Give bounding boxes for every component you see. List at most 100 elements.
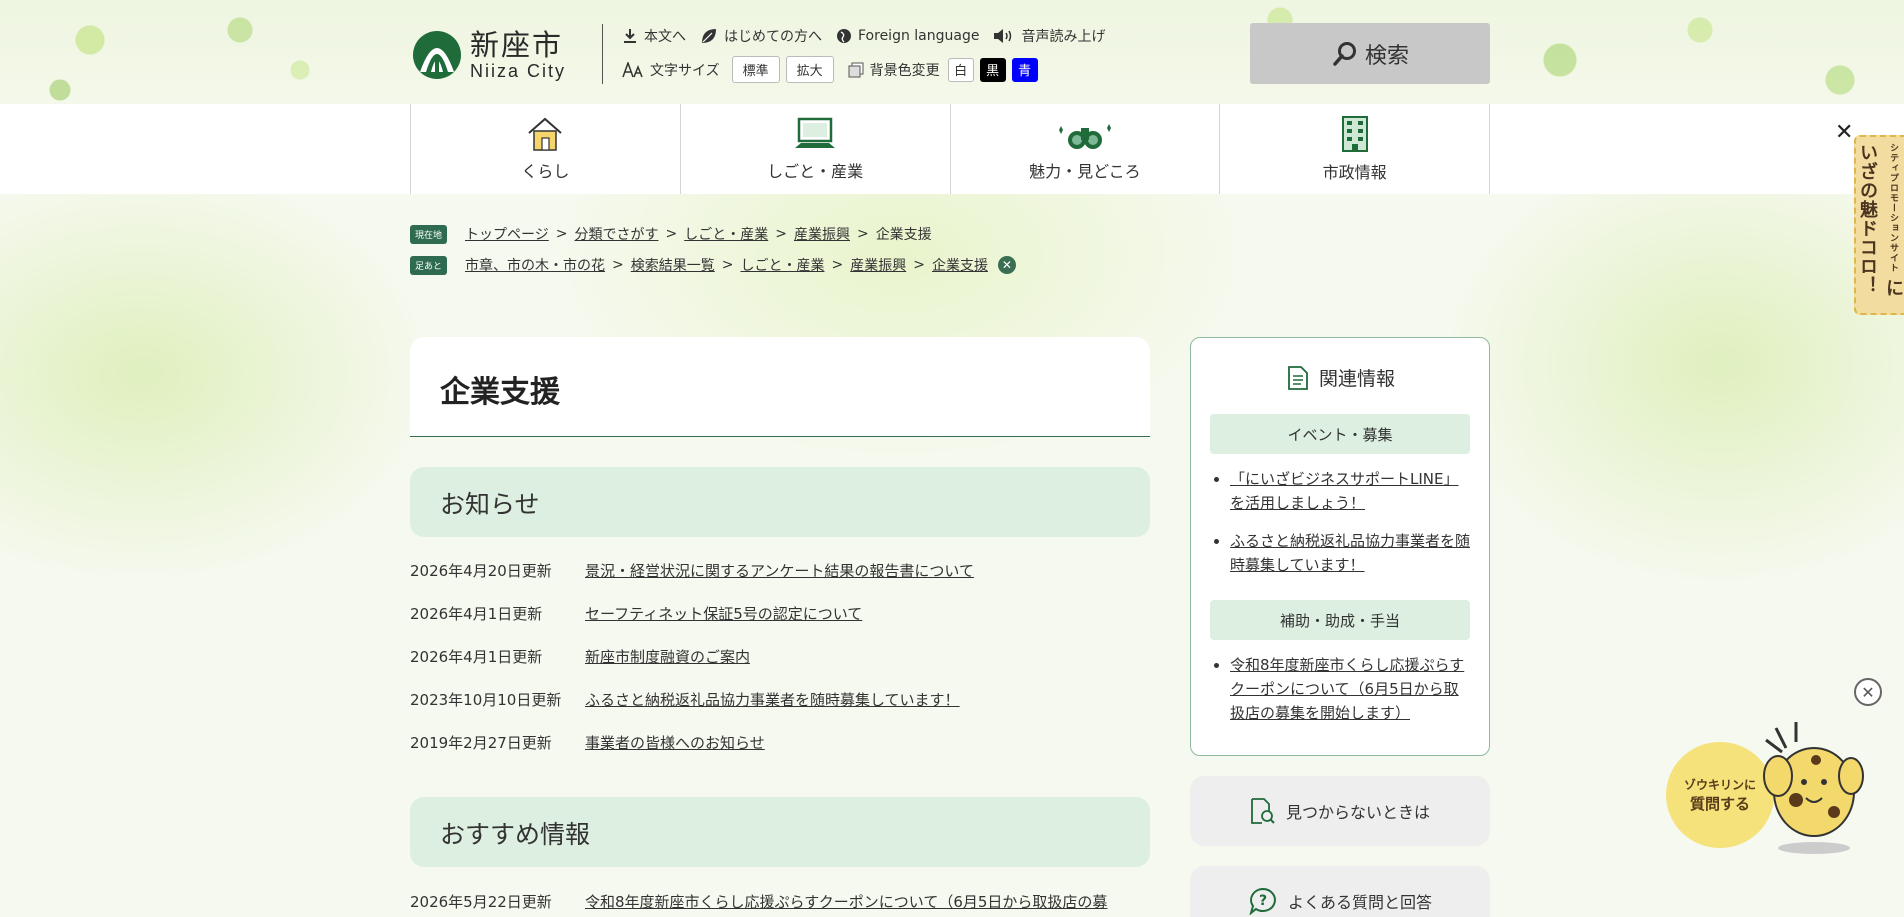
city-emblem-icon xyxy=(413,31,461,79)
recommend-item: 2026年5月22日更新 令和8年度新座市くらし応援ぷらすクーポンについて（6月… xyxy=(410,891,1150,912)
nav-item-city-info[interactable]: 市政情報 xyxy=(1219,104,1490,194)
recommend-link[interactable]: 令和8年度新座市くらし応援ぷらすクーポンについて（6月5日から取扱店の募 xyxy=(585,891,1107,912)
news-link[interactable]: 事業者の皆様へのお知らせ xyxy=(585,732,765,753)
faq-label: よくある質問と回答 xyxy=(1287,893,1432,912)
breadcrumb-history-tag: 足あと xyxy=(410,255,448,275)
related-info-title: 関連情報 xyxy=(1318,368,1395,390)
text-size-icon xyxy=(622,61,643,77)
bg-black-button[interactable]: 黒 xyxy=(979,57,1006,82)
news-date: 2023年10月10日更新 xyxy=(410,691,562,709)
news-section-heading: お知らせ xyxy=(410,467,1150,537)
news-date: 2026年4月20日更新 xyxy=(410,562,552,580)
related-link[interactable]: 「にいざビジネスサポートLINE」を活用しましょう！ xyxy=(1230,470,1458,512)
beginners-link[interactable]: はじめての方へ xyxy=(700,26,822,46)
news-link[interactable]: ふるさと納税返礼品協力事業者を随時募集しています！ xyxy=(585,689,960,710)
search-button[interactable]: 検索 xyxy=(1250,23,1490,84)
bg-blue-button[interactable]: 青 xyxy=(1011,57,1038,82)
history-link[interactable]: 企業支援 xyxy=(932,255,988,275)
related-info-heading: 関連情報 xyxy=(1191,364,1491,391)
logo-divider xyxy=(602,24,603,84)
recommend-date: 2026年5月22日更新 xyxy=(410,893,552,911)
read-aloud-link[interactable]: 音声読み上げ xyxy=(993,26,1105,46)
svg-text:?: ? xyxy=(1259,893,1267,909)
breadcrumb-link[interactable]: 分類でさがす xyxy=(574,224,658,244)
breadcrumb-current-tag: 現在地 xyxy=(410,224,448,244)
related-list: 令和8年度新座市くらし応援ぷらすクーポンについて（6月5日から取扱店の募集を開始… xyxy=(1210,653,1472,739)
news-item: 2026年4月1日更新 新座市制度融資のご案内 xyxy=(410,646,750,667)
breadcrumb-link[interactable]: しごと・産業 xyxy=(684,224,768,244)
nav-item-life[interactable]: くらし xyxy=(410,104,680,194)
bg-white-button[interactable]: 白 xyxy=(947,57,974,82)
leaf-icon xyxy=(702,29,716,43)
search-label: 検索 xyxy=(1364,43,1409,69)
not-found-label: 見つからないときは xyxy=(1285,803,1430,822)
history-link[interactable]: 産業振興 xyxy=(850,255,906,275)
breadcrumb-separator: > xyxy=(913,257,925,273)
mascot-icon[interactable] xyxy=(1756,720,1866,860)
news-link[interactable]: 景況・経営状況に関するアンケート結果の報告書について xyxy=(585,560,974,581)
nav-label-city-info: 市政情報 xyxy=(1322,163,1387,182)
news-date: 2019年2月27日更新 xyxy=(410,734,552,752)
banner-close-icon[interactable]: ✕ xyxy=(1835,120,1853,145)
recommend-section-title: おすすめ情報 xyxy=(440,820,591,849)
house-icon xyxy=(528,117,563,151)
page-title-card: 企業支援 xyxy=(410,337,1150,437)
binoculars-icon xyxy=(1058,124,1111,149)
document-icon xyxy=(1288,365,1308,390)
breadcrumb-separator: > xyxy=(831,257,844,273)
history-breadcrumb: 足あと 市章、市の木・市の花 > 検索結果一覧 > しごと・産業 > 産業振興 … xyxy=(410,255,1016,275)
speaker-icon xyxy=(994,29,1012,43)
skip-to-content-link[interactable]: 本文へ xyxy=(622,26,686,46)
header-background xyxy=(0,0,1904,104)
text-size-label: 文字サイズ xyxy=(650,62,720,79)
related-category: 補助・助成・手当 xyxy=(1210,600,1470,640)
breadcrumb: 現在地 トップページ > 分類でさがす > しごと・産業 > 産業振興 > 企業… xyxy=(410,224,932,244)
logo-japanese: 新座市 xyxy=(470,28,564,62)
related-link[interactable]: ふるさと納税返礼品協力事業者を随時募集しています！ xyxy=(1230,532,1470,574)
chat-line-2: 質問する xyxy=(1689,795,1750,813)
news-link[interactable]: 新座市制度融資のご案内 xyxy=(585,646,750,667)
search-icon xyxy=(1333,41,1356,66)
text-size-large-button[interactable]: 拡大 xyxy=(785,56,834,83)
foreign-language-link[interactable]: Foreign language xyxy=(836,28,979,44)
breadcrumb-separator: > xyxy=(555,226,568,242)
nav-label-work: しごと・産業 xyxy=(767,162,864,181)
breadcrumb-link[interactable]: 産業振興 xyxy=(794,224,850,244)
related-info-panel: 関連情報 イベント・募集 「にいざビジネスサポートLINE」を活用しましょう！ … xyxy=(1190,337,1490,756)
breadcrumb-current: 企業支援 xyxy=(875,227,932,243)
related-link[interactable]: 令和8年度新座市くらし応援ぷらすクーポンについて（6月5日から取扱店の募集を開始… xyxy=(1230,656,1464,722)
breadcrumb-separator: > xyxy=(612,257,624,273)
list-item: ふるさと納税返礼品協力事業者を随時募集しています！ xyxy=(1230,529,1472,577)
history-link[interactable]: しごと・産業 xyxy=(740,255,824,275)
nav-label-life: くらし xyxy=(521,162,570,181)
news-link[interactable]: セーフティネット保証5号の認定について xyxy=(585,603,862,624)
foreign-language-label: Foreign language xyxy=(858,28,980,44)
city-promotion-banner[interactable]: シティプロモーションサイト にいざの魅ドコロ！ xyxy=(1854,135,1904,315)
utility-row-1: 本文へ はじめての方へ Foreign language 音声読み上げ xyxy=(622,26,1119,46)
beginners-label: はじめての方へ xyxy=(724,29,822,45)
history-link[interactable]: 検索結果一覧 xyxy=(631,255,715,275)
chat-close-icon[interactable]: ✕ xyxy=(1854,678,1882,706)
breadcrumb-separator: > xyxy=(775,226,787,242)
not-found-button[interactable]: 見つからないときは xyxy=(1190,776,1490,846)
recommend-section-heading: おすすめ情報 xyxy=(410,797,1150,867)
news-item: 2026年4月1日更新 セーフティネット保証5号の認定について xyxy=(410,603,862,624)
utility-row-2: 文字サイズ 標準 拡大 背景色変更 白 黒 青 xyxy=(622,56,1044,83)
global-nav: くらし しごと・産業 魅力・見どころ 市政情報 xyxy=(410,104,1490,194)
chat-line-1: ゾウキリンに xyxy=(1683,778,1756,792)
site-logo[interactable]: 新座市 Niiza City xyxy=(412,26,588,84)
nav-label-attractions: 魅力・見どころ xyxy=(1029,162,1141,181)
computer-icon xyxy=(795,117,836,148)
faq-button[interactable]: ? よくある質問と回答 xyxy=(1190,866,1490,917)
news-date: 2026年4月1日更新 xyxy=(410,605,543,623)
text-size-standard-button[interactable]: 標準 xyxy=(731,56,780,83)
news-item: 2026年4月20日更新 景況・経営状況に関するアンケート結果の報告書について xyxy=(410,560,974,581)
breadcrumb-link[interactable]: トップページ xyxy=(465,224,549,244)
news-item: 2019年2月27日更新 事業者の皆様へのお知らせ xyxy=(410,732,765,753)
nav-item-attractions[interactable]: 魅力・見どころ xyxy=(949,104,1220,194)
clear-history-icon[interactable]: ✕ xyxy=(997,256,1016,274)
breadcrumb-separator: > xyxy=(721,257,734,273)
nav-item-work[interactable]: しごと・産業 xyxy=(679,104,950,194)
history-link[interactable]: 市章、市の木・市の花 xyxy=(465,255,605,275)
question-bubble-icon: ? xyxy=(1249,887,1276,915)
